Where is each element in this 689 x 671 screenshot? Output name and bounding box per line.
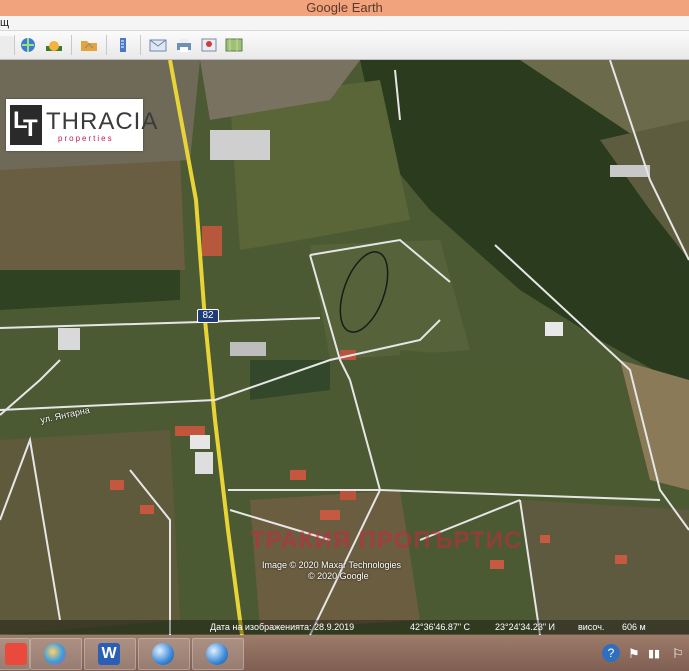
imagery-copyright: Image © 2020 Maxar Technologies © 2020 G… — [262, 560, 401, 582]
network-icon[interactable]: ▮▮ — [648, 647, 660, 660]
sidebar-button[interactable] — [0, 36, 14, 54]
google-earth-icon — [206, 643, 228, 665]
save-image-button[interactable] — [199, 36, 219, 54]
paint-icon — [5, 643, 27, 665]
watermark-text: ТРАКИЯ ПРОПЪРТИС — [250, 527, 523, 554]
toolbar-separator — [106, 35, 107, 55]
toolbar-separator — [140, 35, 141, 55]
thracia-logo: LT THRACIA properties — [6, 99, 157, 151]
map-icon — [225, 38, 243, 52]
title-bar: Google Earth — [0, 0, 689, 16]
view-in-maps-button[interactable] — [224, 36, 244, 54]
altitude-value: 606 м — [622, 622, 646, 632]
printer-icon — [177, 39, 191, 52]
help-icon[interactable]: ? — [602, 644, 620, 662]
email-icon — [149, 39, 167, 52]
toolbar-separator — [14, 35, 15, 55]
layers-button[interactable] — [18, 36, 38, 54]
globe-icon — [21, 38, 35, 52]
menu-bar: щ — [0, 16, 689, 31]
flag-icon[interactable]: ⚑ — [628, 646, 640, 662]
logo-name: THRACIA — [46, 108, 159, 135]
ruler-icon — [120, 38, 126, 52]
word-app[interactable]: W — [84, 638, 136, 670]
logo-subtitle: properties — [58, 134, 114, 143]
ruler-button[interactable] — [113, 36, 133, 54]
google-earth-icon — [152, 643, 174, 665]
folder-button[interactable] — [79, 36, 99, 54]
road-shield-82: 82 — [197, 309, 219, 323]
action-center-icon[interactable]: ⚐ — [672, 646, 684, 662]
window-title: Google Earth — [306, 0, 383, 15]
copyright-line-1: Image © 2020 Maxar Technologies — [262, 560, 402, 570]
latitude-readout: 42°36'46.87" С — [410, 622, 471, 632]
email-button[interactable] — [148, 36, 168, 54]
folder-icon — [81, 41, 97, 51]
palette-icon — [44, 643, 66, 665]
word-icon: W — [98, 643, 120, 665]
paint-app-2[interactable] — [30, 638, 82, 670]
sunlight-button[interactable] — [44, 36, 64, 54]
longitude-readout: 23°24'34.23" И — [495, 622, 556, 632]
google-earth-app-2[interactable] — [192, 638, 244, 670]
imagery-date: Дата на изображенията: 28.9.2019 — [210, 622, 355, 632]
logo-mark: LT — [10, 105, 42, 145]
toolbar — [0, 31, 689, 60]
windows-taskbar: W ? ⚑ ▮▮ ⚐ — [0, 635, 689, 671]
copyright-line-2: © 2020 Google — [308, 571, 369, 581]
sunrise-icon — [46, 41, 62, 51]
google-earth-app[interactable] — [138, 638, 190, 670]
print-button[interactable] — [174, 36, 194, 54]
menu-item-tools[interactable]: щ — [0, 17, 9, 29]
status-bar: Дата на изображенията: 28.9.2019 42°36'4… — [0, 620, 689, 634]
paint-app[interactable] — [0, 638, 30, 670]
altitude-label: височ. — [578, 622, 605, 632]
image-pin-icon — [201, 38, 217, 52]
toolbar-separator — [71, 35, 72, 55]
